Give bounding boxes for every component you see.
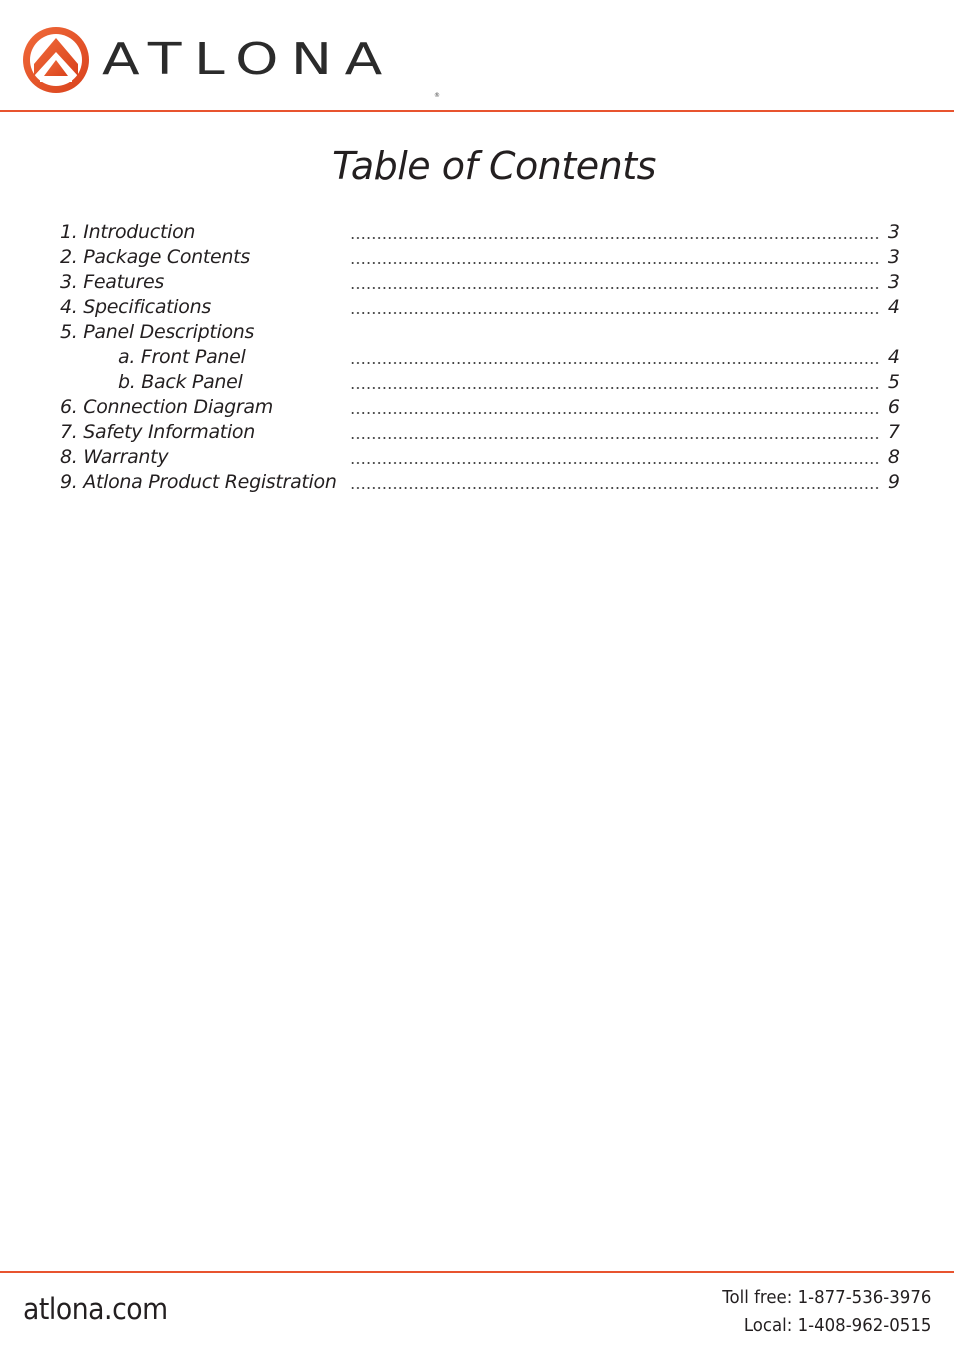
toc-entry-label: 5. Panel Descriptions xyxy=(60,321,255,343)
toc-entry-label: 3. Features xyxy=(60,271,165,293)
page-title: Table of Contents xyxy=(332,144,656,188)
toc-entry-label: b. Back Panel xyxy=(118,371,243,393)
toc-dot-leader xyxy=(350,387,880,389)
toc-entry-label: 2. Package Contents xyxy=(60,246,250,268)
atlona-wordmark: ATLONA xyxy=(102,34,395,85)
toc-entry[interactable]: a. Front Panel 4 xyxy=(60,345,902,370)
registered-mark: ® xyxy=(434,92,440,99)
toc-dot-leader xyxy=(350,362,880,364)
toc-entry-label: 4. Specifications xyxy=(60,296,211,318)
toc-entry-page-number: 4 xyxy=(887,296,900,318)
toc-entry-page-number: 7 xyxy=(887,421,900,443)
toc-entry[interactable]: 5. Panel Descriptions xyxy=(60,320,902,345)
toc-entry[interactable]: 9. Atlona Product Registration 9 xyxy=(60,470,902,495)
toc-entry[interactable]: 8. Warranty 8 xyxy=(60,445,902,470)
toc-entry-page-number: 3 xyxy=(887,271,900,293)
toc-dot-leader xyxy=(350,262,880,264)
toc-dot-leader xyxy=(350,437,880,439)
toc-entry[interactable]: 6. Connection Diagram 6 xyxy=(60,395,902,420)
toc-entry-label: 6. Connection Diagram xyxy=(60,396,273,418)
toc-entry[interactable]: 2. Package Contents 3 xyxy=(60,245,902,270)
toc-dot-leader xyxy=(350,287,880,289)
toc-entry-label: 1. Introduction xyxy=(60,221,196,243)
toc-entry-label: 9. Atlona Product Registration xyxy=(60,471,337,493)
toc-entry-page-number: 4 xyxy=(887,346,900,368)
toc-entry[interactable]: 7. Safety Information 7 xyxy=(60,420,902,445)
footer-divider xyxy=(0,1271,954,1273)
toc-entry-page-number: 5 xyxy=(887,371,900,393)
toc-entry-page-number: 3 xyxy=(887,246,900,268)
toc-entry[interactable]: 4. Specifications 4 xyxy=(60,295,902,320)
toc-entry-page-number: 3 xyxy=(887,221,900,243)
toc-entry[interactable]: 1. Introduction 3 xyxy=(60,220,902,245)
toc-dot-leader xyxy=(350,312,880,314)
toc-entry-label: a. Front Panel xyxy=(118,346,246,368)
header-divider xyxy=(0,110,954,112)
contact-info: Toll free: 1-877-536-3976 Local: 1-408-9… xyxy=(704,1284,931,1340)
toc-dot-leader xyxy=(350,237,880,239)
toc-dot-leader xyxy=(350,462,880,464)
local-phone: Local: 1-408-962-0515 xyxy=(743,1315,931,1336)
toc-entry-page-number: 6 xyxy=(887,396,900,418)
toc-entry[interactable]: b. Back Panel 5 xyxy=(60,370,902,395)
toll-free-phone: Toll free: 1-877-536-3976 xyxy=(721,1287,931,1308)
toc-entry-page-number: 9 xyxy=(887,471,900,493)
table-of-contents: 1. Introduction 3 2. Package Contents 3 3. F… xyxy=(60,220,902,495)
toc-entry[interactable]: 3. Features 3 xyxy=(60,270,902,295)
atlona-logo: ATLONA ® xyxy=(22,26,442,99)
toc-entry-page-number: 8 xyxy=(887,446,900,468)
toc-entry-label: 7. Safety Information xyxy=(60,421,256,443)
toc-dot-leader xyxy=(350,412,880,414)
toc-dot-leader xyxy=(350,487,880,489)
toc-entry-label: 8. Warranty xyxy=(60,446,169,468)
atlona-circle-chevron-icon xyxy=(23,27,89,93)
website-link[interactable]: atlona.com xyxy=(23,1292,168,1326)
